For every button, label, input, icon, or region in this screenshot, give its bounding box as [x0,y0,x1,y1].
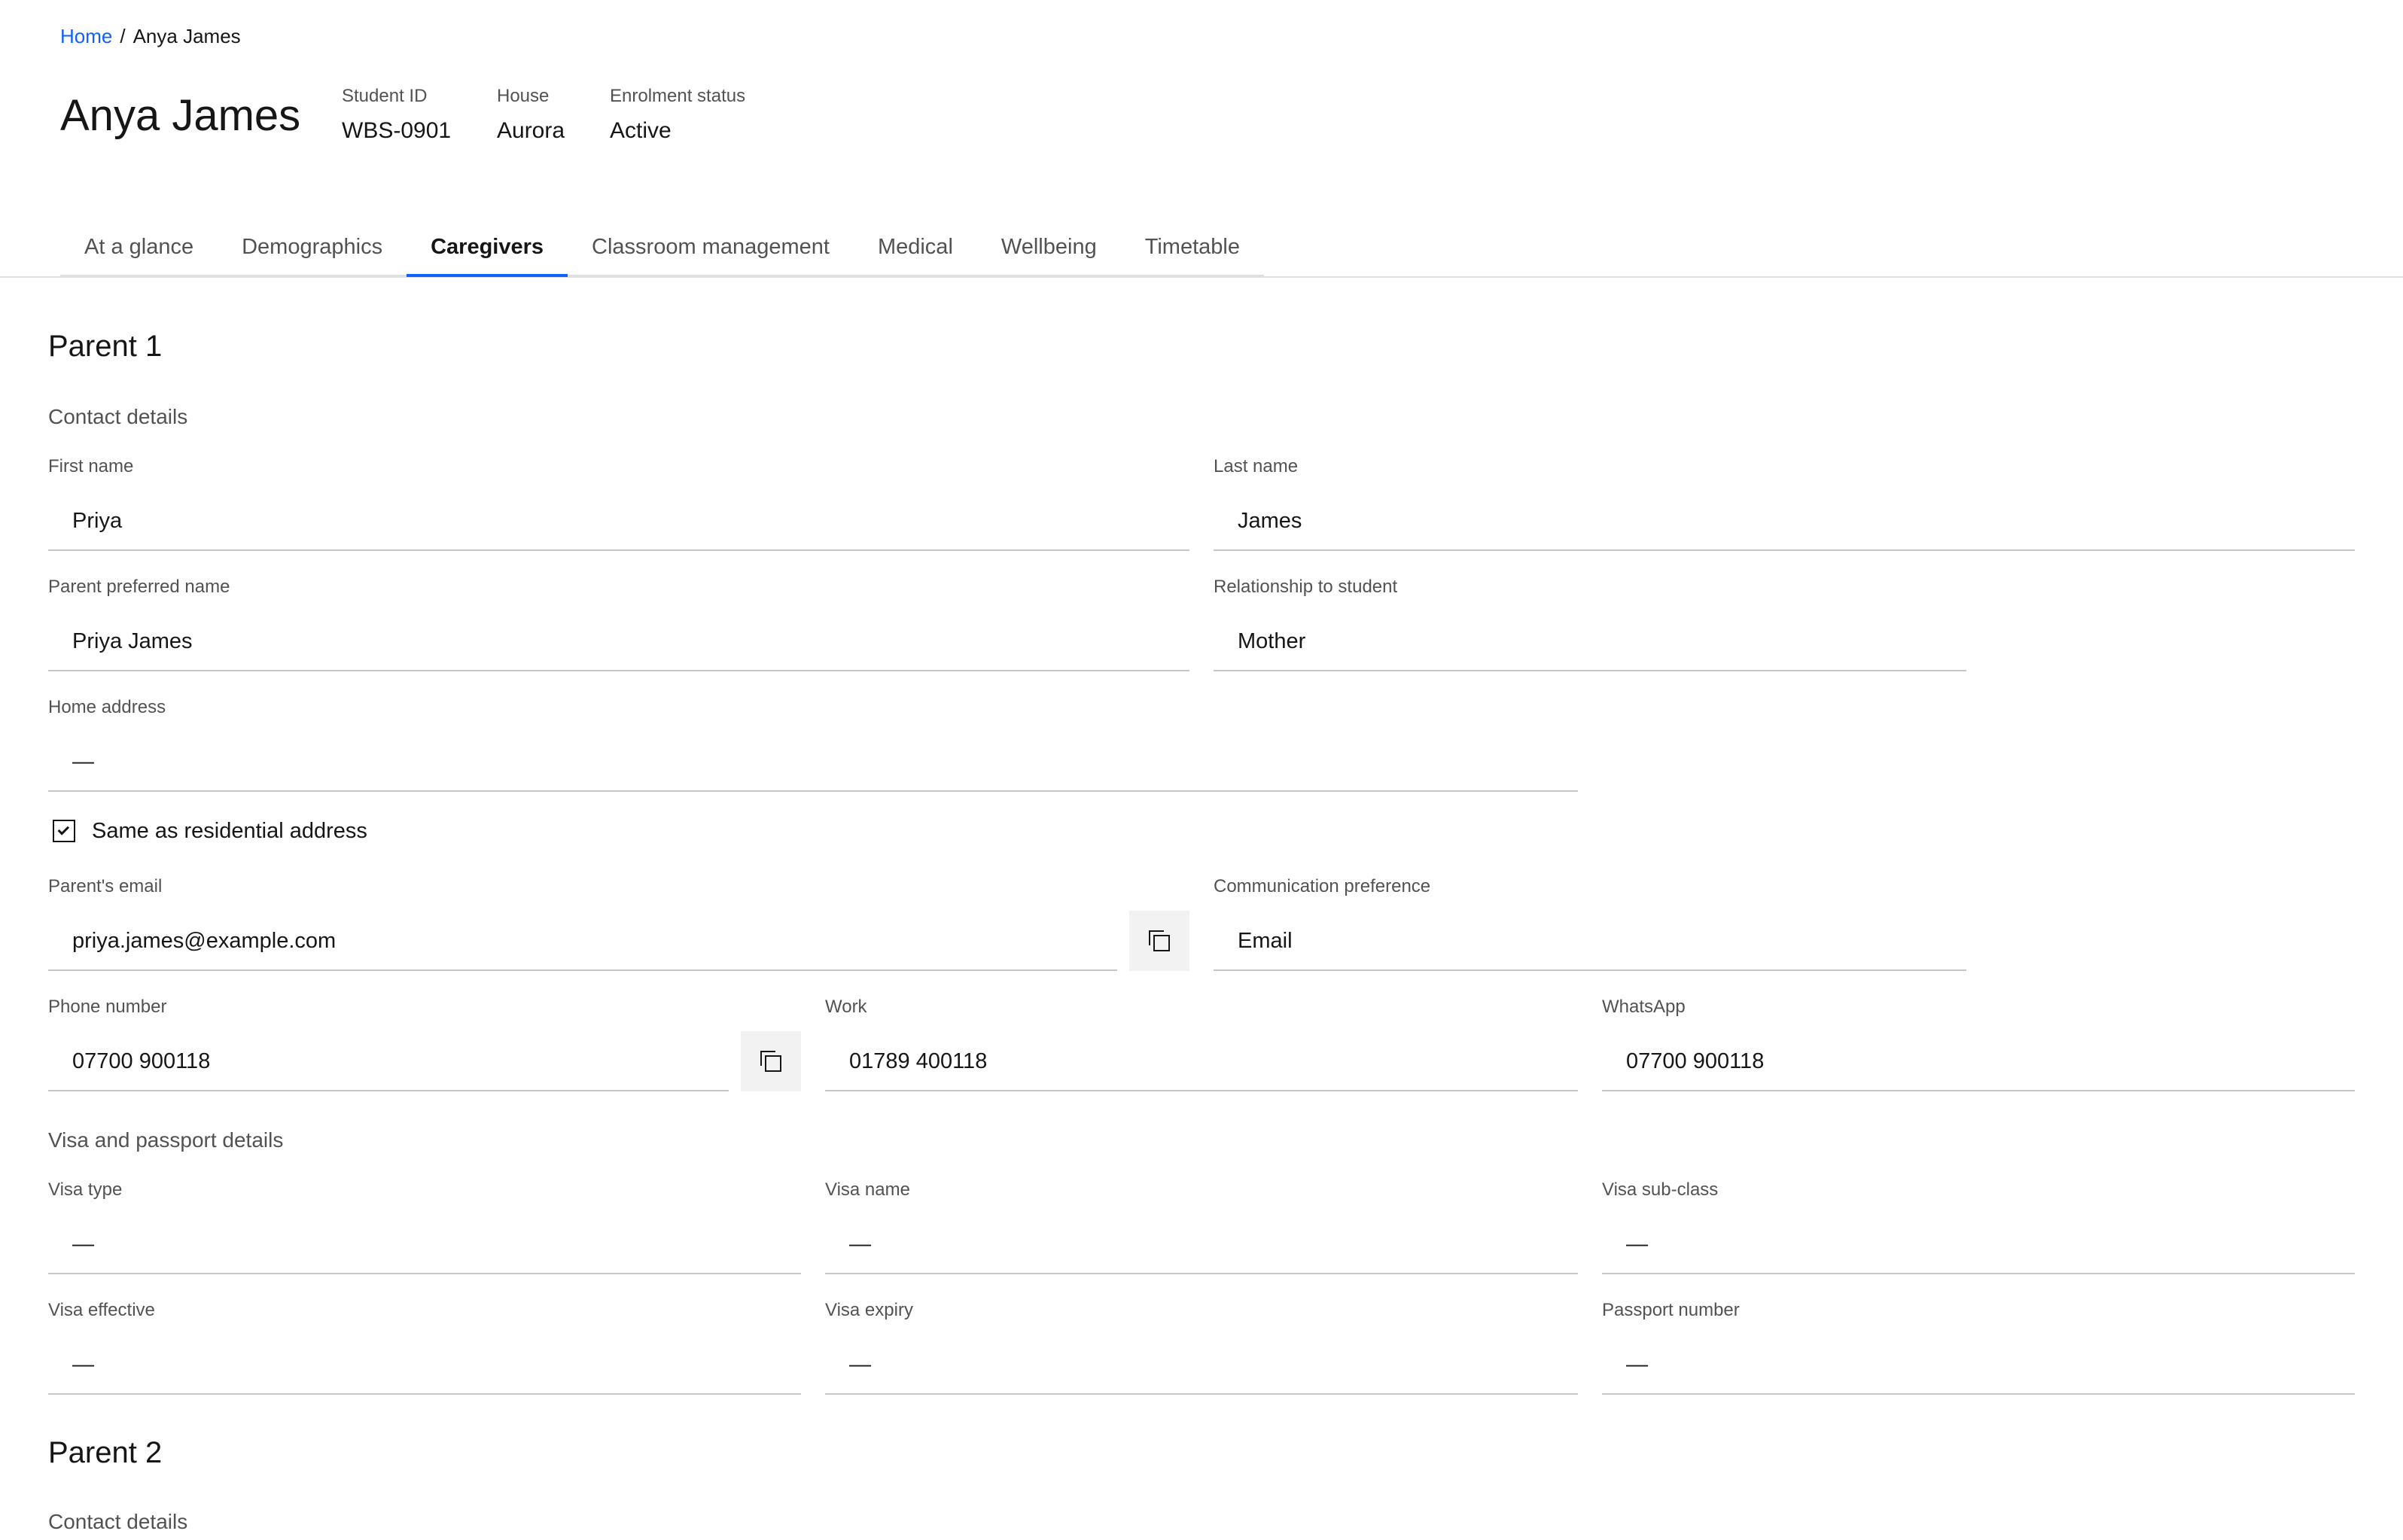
home-address-label: Home address [48,697,166,717]
last-name-label: Last name [1214,456,1299,476]
breadcrumb: Home / Anya James [60,24,241,48]
phone-label: Phone number [48,997,167,1017]
last-name-field[interactable]: James [1214,491,2355,551]
whatsapp-field[interactable]: 07700 900118 [1602,1031,2355,1091]
first-name-label: First name [48,456,134,476]
tab-wellbeing[interactable]: Wellbeing [976,223,1121,277]
tab-at-a-glance[interactable]: At a glance [60,223,218,277]
visa-expiry-field[interactable]: — [825,1335,1578,1395]
visa-subclass-field[interactable]: — [1602,1214,2355,1274]
breadcrumb-home-link[interactable]: Home [60,24,112,48]
tab-bar: At a glance Demographics Caregivers Clas… [60,223,1264,277]
email-field[interactable]: priya.james@example.com [48,911,1117,971]
preferred-name-label: Parent preferred name [48,577,230,597]
enrolment-label: Enrolment status [610,86,746,106]
same-as-residential-label: Same as residential address [92,819,367,843]
passport-number-label: Passport number [1602,1300,1740,1320]
visa-name-field[interactable]: — [825,1214,1578,1274]
parent2-heading: Parent 2 [48,1436,163,1469]
visa-effective-label: Visa effective [48,1300,155,1320]
checkmark-icon [57,823,70,835]
preferred-name-field[interactable]: Priya James [48,611,1189,671]
breadcrumb-separator: / [120,25,126,47]
page-title: Anya James [60,91,301,140]
parent2-contact-heading: Contact details [48,1510,188,1533]
visa-passport-heading: Visa and passport details [48,1128,284,1152]
passport-number-field[interactable]: — [1602,1335,2355,1395]
tab-medical[interactable]: Medical [853,223,977,277]
whatsapp-label: WhatsApp [1602,997,1686,1017]
copy-phone-button[interactable] [741,1031,801,1091]
visa-name-label: Visa name [825,1179,910,1200]
student-id-value: WBS-0901 [342,118,452,143]
same-as-residential-checkbox[interactable] [53,820,75,842]
visa-type-field[interactable]: — [48,1214,801,1274]
enrolment-value: Active [610,118,672,143]
student-id-meta: Student ID WBS-0901 [342,84,451,146]
copy-icon [759,1049,783,1073]
copy-icon [1147,929,1171,953]
parent1-contact-heading: Contact details [48,405,188,428]
breadcrumb-current: Anya James [132,25,241,47]
work-field[interactable]: 01789 400118 [825,1031,1578,1091]
tab-timetable[interactable]: Timetable [1120,223,1264,277]
phone-field[interactable]: 07700 900118 [48,1031,729,1091]
work-label: Work [825,997,867,1017]
house-label: House [497,86,550,106]
copy-email-button[interactable] [1129,911,1189,971]
visa-expiry-label: Visa expiry [825,1300,913,1320]
same-as-residential-checkbox-row[interactable]: Same as residential address [53,817,367,845]
house-value: Aurora [497,118,565,143]
student-id-label: Student ID [342,86,428,106]
visa-subclass-label: Visa sub-class [1602,1179,1719,1200]
communication-preference-label: Communication preference [1214,876,1431,896]
relationship-field[interactable]: Mother [1214,611,1966,671]
visa-effective-field[interactable]: — [48,1335,801,1395]
home-address-field[interactable]: — [48,732,1578,792]
relationship-label: Relationship to student [1214,577,1398,597]
enrolment-meta: Enrolment status Active [610,84,745,146]
parent1-heading: Parent 1 [48,330,163,363]
communication-preference-field[interactable]: Email [1214,911,1966,971]
tab-demographics[interactable]: Demographics [218,223,407,277]
first-name-field[interactable]: Priya [48,491,1189,551]
tab-classroom-management[interactable]: Classroom management [568,223,854,277]
email-label: Parent's email [48,876,163,896]
house-meta: House Aurora [497,84,565,146]
visa-type-label: Visa type [48,1179,123,1200]
tab-caregivers[interactable]: Caregivers [407,223,568,277]
